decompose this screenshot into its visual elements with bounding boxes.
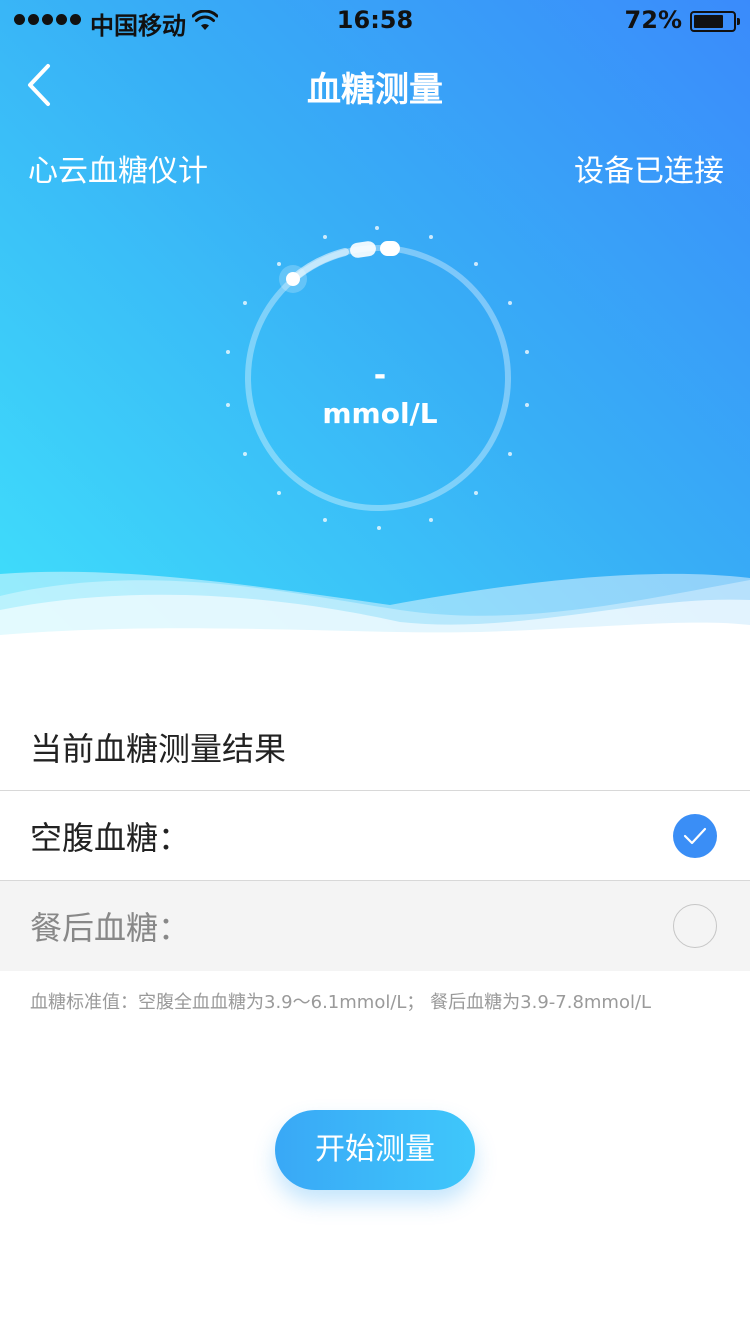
battery-icon (690, 11, 740, 32)
device-connection-status: 设备已连接 (574, 154, 724, 189)
hero-header: 中国移动 16:58 72% 血糖测量 心云血糖仪计 设备已连接 - mmol/… (0, 0, 750, 660)
start-measure-button[interactable]: 开始测量 (275, 1110, 475, 1190)
option-label-fasting: 空腹血糖： (30, 819, 191, 857)
option-fasting[interactable]: 空腹血糖： (0, 791, 750, 881)
option-label-postmeal: 餐后血糖： (30, 909, 191, 947)
unchecked-circle-icon[interactable] (673, 904, 717, 948)
glucose-value: - (373, 358, 387, 393)
device-name: 心云血糖仪计 (28, 154, 208, 189)
page-title: 血糖测量 (307, 70, 443, 110)
checkmark-icon[interactable] (673, 814, 717, 858)
option-postmeal[interactable]: 餐后血糖： (0, 881, 750, 971)
status-bar: 中国移动 16:58 72% (0, 0, 750, 40)
gauge-reading: - mmol/L (240, 358, 520, 434)
glucose-unit: mmol/L (322, 397, 438, 430)
glucose-reference-note: 血糖标准值：空腹全血血糖为3.9～6.1mmol/L； 餐后血糖为3.9-7.8… (30, 992, 652, 1013)
wave-decoration (0, 571, 750, 660)
results-section-title: 当前血糖测量结果 (30, 730, 287, 768)
battery-percent: 72% (624, 6, 682, 34)
